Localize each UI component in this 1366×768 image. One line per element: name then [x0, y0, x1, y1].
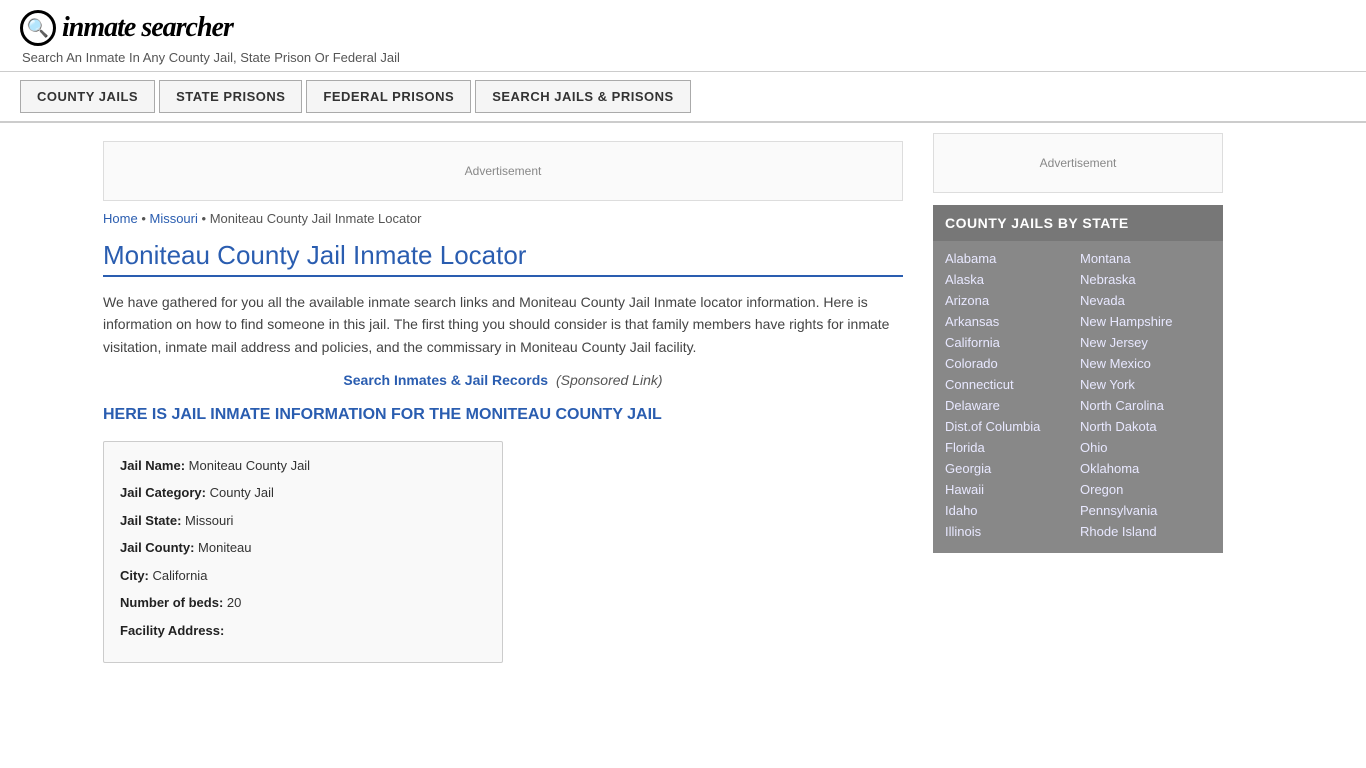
state-link[interactable]: California	[945, 333, 1076, 352]
jail-city-value: California	[153, 568, 208, 583]
jail-category-value: County Jail	[210, 485, 274, 500]
state-link[interactable]: Hawaii	[945, 480, 1076, 499]
jail-info-subheading: HERE IS JAIL INMATE INFORMATION FOR THE …	[103, 404, 903, 426]
jail-beds-row: Number of beds: 20	[120, 593, 486, 613]
breadcrumb-home[interactable]: Home	[103, 211, 138, 226]
state-link[interactable]: Arkansas	[945, 312, 1076, 331]
breadcrumb-sep2: •	[202, 211, 210, 226]
state-link[interactable]: New Hampshire	[1080, 312, 1211, 331]
nav-county-jails[interactable]: COUNTY JAILS	[20, 80, 155, 113]
jail-county-value: Moniteau	[198, 540, 251, 555]
header: 🔍 inmate searcher Search An Inmate In An…	[0, 0, 1366, 72]
state-link[interactable]: Alaska	[945, 270, 1076, 289]
main-layout: Advertisement Home • Missouri • Moniteau…	[83, 123, 1283, 683]
breadcrumb: Home • Missouri • Moniteau County Jail I…	[103, 211, 903, 226]
jail-name-value: Moniteau County Jail	[189, 458, 310, 473]
state-link[interactable]: Florida	[945, 438, 1076, 457]
state-link[interactable]: Colorado	[945, 354, 1076, 373]
sponsored-label: (Sponsored Link)	[556, 372, 663, 388]
jail-name-label: Jail Name:	[120, 458, 185, 473]
main-nav: COUNTY JAILS STATE PRISONS FEDERAL PRISO…	[0, 72, 1366, 123]
state-link[interactable]: Pennsylvania	[1080, 501, 1211, 520]
jail-category-row: Jail Category: County Jail	[120, 483, 486, 503]
jail-address-row: Facility Address:	[120, 621, 486, 641]
state-link[interactable]: North Carolina	[1080, 396, 1211, 415]
state-link[interactable]: New Mexico	[1080, 354, 1211, 373]
nav-state-prisons[interactable]: STATE PRISONS	[159, 80, 302, 113]
state-link[interactable]: Illinois	[945, 522, 1076, 541]
top-ad-banner: Advertisement	[103, 141, 903, 201]
main-content: Advertisement Home • Missouri • Moniteau…	[103, 123, 923, 683]
state-link[interactable]: Oklahoma	[1080, 459, 1211, 478]
jail-state-value: Missouri	[185, 513, 233, 528]
sidebar: Advertisement COUNTY JAILS BY STATE Alab…	[923, 123, 1223, 683]
sidebar-ad-banner: Advertisement	[933, 133, 1223, 193]
jail-city-row: City: California	[120, 566, 486, 586]
jail-state-label: Jail State:	[120, 513, 181, 528]
page-title: Moniteau County Jail Inmate Locator	[103, 240, 903, 277]
jail-address-label: Facility Address:	[120, 623, 224, 638]
jail-county-label: Jail County:	[120, 540, 194, 555]
jail-category-label: Jail Category:	[120, 485, 206, 500]
county-jails-grid: AlabamaMontanaAlaskaNebraskaArizonaNevad…	[933, 241, 1223, 553]
sponsored-link-section: Search Inmates & Jail Records (Sponsored…	[103, 372, 903, 388]
jail-beds-value: 20	[227, 595, 241, 610]
jail-state-row: Jail State: Missouri	[120, 511, 486, 531]
state-link[interactable]: Ohio	[1080, 438, 1211, 457]
county-jails-by-state-box: COUNTY JAILS BY STATE AlabamaMontanaAlas…	[933, 205, 1223, 553]
site-logo-text[interactable]: inmate searcher	[62, 12, 233, 44]
page-description: We have gathered for you all the availab…	[103, 291, 903, 358]
state-link[interactable]: Montana	[1080, 249, 1211, 268]
jail-beds-label: Number of beds:	[120, 595, 223, 610]
state-link[interactable]: Alabama	[945, 249, 1076, 268]
state-link[interactable]: Nevada	[1080, 291, 1211, 310]
county-jails-title: COUNTY JAILS BY STATE	[933, 205, 1223, 241]
breadcrumb-current: Moniteau County Jail Inmate Locator	[210, 211, 422, 226]
search-logo-icon: 🔍	[20, 10, 56, 46]
nav-federal-prisons[interactable]: FEDERAL PRISONS	[306, 80, 471, 113]
breadcrumb-state[interactable]: Missouri	[149, 211, 197, 226]
state-link[interactable]: Delaware	[945, 396, 1076, 415]
jail-city-label: City:	[120, 568, 149, 583]
site-tagline: Search An Inmate In Any County Jail, Sta…	[22, 50, 1346, 65]
jail-info-box: Jail Name: Moniteau County Jail Jail Cat…	[103, 441, 503, 664]
state-link[interactable]: Rhode Island	[1080, 522, 1211, 541]
nav-search-jails[interactable]: SEARCH JAILS & PRISONS	[475, 80, 690, 113]
jail-county-row: Jail County: Moniteau	[120, 538, 486, 558]
state-link[interactable]: Idaho	[945, 501, 1076, 520]
sponsored-link-anchor[interactable]: Search Inmates & Jail Records	[343, 372, 548, 388]
state-link[interactable]: Georgia	[945, 459, 1076, 478]
state-link[interactable]: New York	[1080, 375, 1211, 394]
logo-area: 🔍 inmate searcher	[20, 10, 1346, 46]
state-link[interactable]: Nebraska	[1080, 270, 1211, 289]
state-link[interactable]: Arizona	[945, 291, 1076, 310]
jail-name-row: Jail Name: Moniteau County Jail	[120, 456, 486, 476]
state-link[interactable]: New Jersey	[1080, 333, 1211, 352]
state-link[interactable]: Dist.of Columbia	[945, 417, 1076, 436]
state-link[interactable]: North Dakota	[1080, 417, 1211, 436]
state-link[interactable]: Connecticut	[945, 375, 1076, 394]
state-link[interactable]: Oregon	[1080, 480, 1211, 499]
